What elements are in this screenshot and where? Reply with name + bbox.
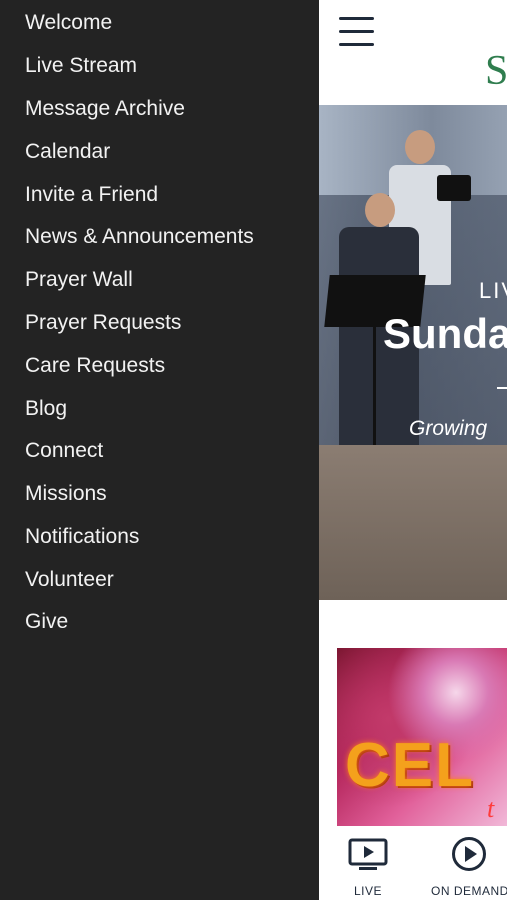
play-circle-icon [452, 837, 486, 871]
drawer-item-missions[interactable]: Missions [25, 481, 107, 507]
hero-banner[interactable]: LIV Sunda Growing [319, 105, 507, 600]
drawer-item-connect[interactable]: Connect [25, 438, 103, 464]
card-title: CEL [345, 731, 475, 800]
singer-head [365, 193, 395, 227]
tab-on-demand[interactable]: ON DEMAND [427, 826, 507, 900]
hero-kicker: LIV [479, 278, 507, 303]
drawer-item-volunteer[interactable]: Volunteer [25, 567, 114, 593]
drawer-item-welcome[interactable]: Welcome [25, 10, 112, 36]
tab-on-demand-label: ON DEMAND [431, 884, 507, 898]
main-content: S LIV Sunda Growing CEL t LIVE [319, 0, 507, 900]
card-subtitle: t [487, 794, 495, 823]
stage-floor [319, 445, 507, 600]
bottom-tab-bar: LIVE ON DEMAND [319, 826, 507, 900]
hamburger-menu-icon[interactable] [339, 17, 375, 49]
guitarist-head [405, 130, 435, 164]
drawer-item-prayer-wall[interactable]: Prayer Wall [25, 267, 133, 293]
hero-divider [497, 387, 507, 389]
drawer-item-prayer-requests[interactable]: Prayer Requests [25, 310, 181, 336]
drawer-item-message-archive[interactable]: Message Archive [25, 96, 185, 122]
church-logo[interactable]: S [485, 50, 507, 92]
drawer-item-care-requests[interactable]: Care Requests [25, 353, 165, 379]
hero-title: Sunda [383, 310, 507, 357]
tablet-stand [437, 175, 471, 201]
drawer-item-blog[interactable]: Blog [25, 396, 67, 422]
tab-live[interactable]: LIVE [341, 826, 395, 900]
drawer-item-calendar[interactable]: Calendar [25, 139, 110, 165]
hero-subtitle: Growing [409, 417, 488, 440]
navigation-drawer: Welcome Live Stream Message Archive Cale… [0, 0, 319, 900]
drawer-item-notifications[interactable]: Notifications [25, 524, 139, 550]
tab-live-label: LIVE [353, 884, 382, 898]
app-header: S [319, 0, 507, 105]
drawer-item-invite-a-friend[interactable]: Invite a Friend [25, 182, 158, 208]
drawer-item-news-announcements[interactable]: News & Announcements [25, 224, 254, 250]
drawer-item-give[interactable]: Give [25, 609, 68, 635]
featured-media-card[interactable]: CEL t [337, 648, 507, 826]
drawer-item-live-stream[interactable]: Live Stream [25, 53, 137, 79]
live-tv-icon [348, 838, 388, 870]
